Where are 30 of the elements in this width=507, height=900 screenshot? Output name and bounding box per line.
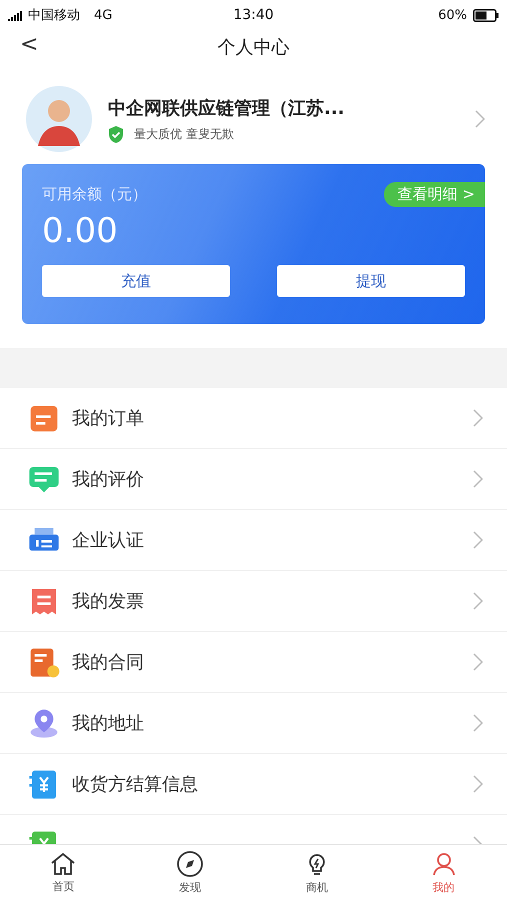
location-pin-icon [28, 707, 60, 739]
battery-percent: 60% [438, 8, 468, 22]
tab-bar-item[interactable]: 我的 [380, 845, 507, 900]
back-button[interactable]: < [16, 32, 42, 57]
page-title: 个人中心 [218, 36, 290, 59]
menu-item[interactable]: 收货方结算信息 [0, 754, 507, 815]
battery-icon [473, 8, 500, 22]
balance-amount: 0.00 [42, 211, 118, 251]
menu-item[interactable]: 我的地址 [0, 693, 507, 754]
menu-item[interactable]: 我的评价 [0, 449, 507, 510]
network-type: 4G [94, 8, 112, 22]
tab-bar-item[interactable]: 商机 [254, 845, 380, 900]
company-slogan: 量大质优 童叟无欺 [134, 126, 234, 142]
document-icon [28, 646, 60, 678]
status-time: 13:40 [232, 7, 275, 23]
recharge-button[interactable]: 充值 [42, 265, 230, 297]
company-name: 中企网联供应链管理（江苏... [108, 96, 346, 120]
signal-icon [8, 10, 24, 20]
menu-item[interactable]: 我的合同 [0, 632, 507, 693]
avatar [24, 84, 94, 154]
compass-icon [176, 850, 204, 878]
tab-bar-item[interactable]: 首页 [0, 845, 127, 900]
tab-bar-item[interactable]: 发现 [126, 845, 254, 900]
carrier-name: 中国移动 [28, 7, 80, 24]
balance-label: 可用余额（元） [42, 185, 147, 204]
home-icon [49, 851, 78, 877]
menu-item[interactable]: 企业认证 [0, 510, 507, 571]
menu-item[interactable]: 我的发票 [0, 571, 507, 632]
withdraw-button[interactable]: 提现 [277, 265, 465, 297]
menu-item[interactable]: 我的订单 [0, 388, 507, 449]
